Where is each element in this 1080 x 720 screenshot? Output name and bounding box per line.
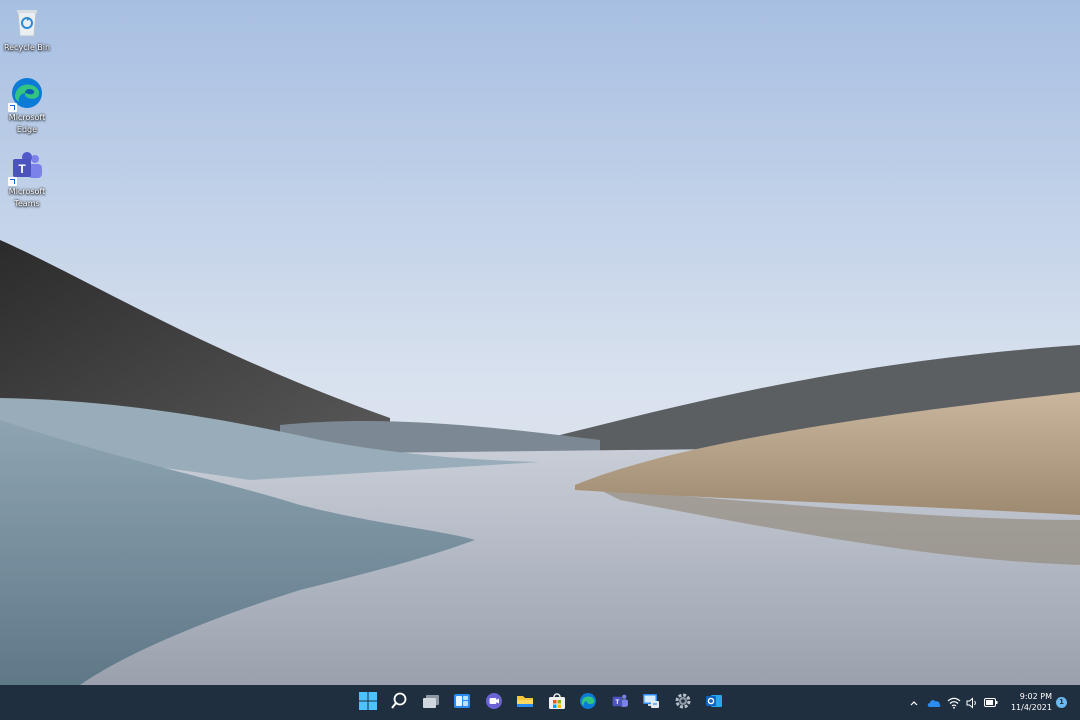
- svg-text:T: T: [615, 699, 619, 706]
- file-explorer-icon: [516, 692, 534, 714]
- outlook-button[interactable]: [699, 687, 731, 718]
- wifi-icon[interactable]: [945, 697, 963, 709]
- search-icon: [390, 692, 408, 714]
- outlook-icon: [705, 692, 723, 714]
- start-button[interactable]: [352, 687, 384, 718]
- widgets-icon: [453, 692, 471, 714]
- edge-icon: [8, 76, 44, 112]
- svg-text:T: T: [18, 162, 26, 176]
- teams-taskbar-button[interactable]: T: [604, 687, 636, 718]
- chat-icon: [485, 692, 503, 714]
- taskbar-apps: T: [352, 685, 730, 720]
- desktop-icon-microsoft-teams[interactable]: T Microsoft Teams: [2, 150, 52, 210]
- edge-taskbar-button[interactable]: [573, 687, 605, 718]
- desktop-wallpaper: [0, 0, 1080, 685]
- task-view-button[interactable]: [415, 687, 447, 718]
- clock[interactable]: 9:02 PM 11/4/2021: [1011, 691, 1052, 713]
- file-explorer-button[interactable]: [510, 687, 542, 718]
- settings-icon: [674, 692, 692, 714]
- system-tray: [905, 685, 1001, 720]
- desktop-icon-microsoft-edge[interactable]: Microsoft Edge: [2, 76, 52, 136]
- taskbar: T 9:02 PM 11/4/2021 1: [0, 685, 1080, 720]
- shortcut-arrow-icon: [8, 177, 17, 186]
- volume-icon[interactable]: [963, 696, 981, 709]
- chat-button[interactable]: [478, 687, 510, 718]
- search-button[interactable]: [384, 687, 416, 718]
- notification-badge[interactable]: 1: [1056, 697, 1067, 708]
- show-hidden-icons-chevron-icon[interactable]: [905, 698, 923, 708]
- edge-icon: [579, 692, 597, 714]
- desktop-icon-label: Microsoft Teams: [8, 187, 46, 208]
- windows-start-icon: [358, 691, 377, 714]
- onedrive-icon[interactable]: [923, 698, 945, 708]
- recycle-bin-icon: [10, 6, 44, 40]
- remote-desktop-button[interactable]: [636, 687, 668, 718]
- settings-button[interactable]: [667, 687, 699, 718]
- teams-icon: T: [8, 150, 44, 186]
- teams-icon: T: [611, 692, 629, 714]
- desktop-icon-label: Microsoft Edge: [8, 113, 46, 134]
- microsoft-store-icon: [548, 692, 566, 714]
- microsoft-store-button[interactable]: [541, 687, 573, 718]
- battery-icon[interactable]: [981, 698, 1001, 707]
- clock-date: 11/4/2021: [1010, 703, 1052, 712]
- clock-time: 9:02 PM: [1019, 692, 1052, 701]
- desktop-icon-recycle-bin[interactable]: Recycle Bin: [2, 6, 52, 54]
- shortcut-arrow-icon: [8, 103, 17, 112]
- widgets-button[interactable]: [447, 687, 479, 718]
- remote-desktop-icon: [642, 692, 660, 714]
- desktop-icon-label: Recycle Bin: [3, 43, 51, 52]
- task-view-icon: [422, 692, 440, 714]
